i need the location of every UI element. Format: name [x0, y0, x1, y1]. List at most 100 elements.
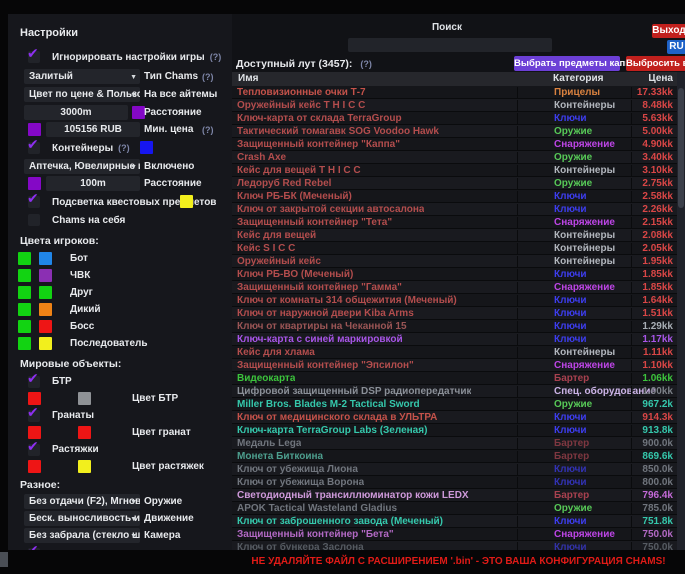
table-row[interactable]: Ледоруб Red Rebel Оружие 2.75kk — [232, 177, 677, 190]
checkbox-chams-self[interactable] — [28, 214, 40, 226]
table-row[interactable]: Ключ РБ-ВО (Меченый) Ключи 1.85kk — [232, 268, 677, 281]
checkbox-quest-highlight[interactable] — [28, 196, 40, 208]
loot-distance-input[interactable]: 100m — [46, 176, 140, 191]
select-row-weapon: Без отдачи (F2), Мгновенное п Оружие — [8, 494, 232, 509]
exit-button[interactable]: Выход — [652, 24, 685, 38]
table-row[interactable]: Защищенный контейнер "Каппа" Снаряжение … — [232, 138, 677, 151]
loot-filter-select[interactable]: Аптечка, Ювелирные и... — [24, 159, 140, 174]
table-row[interactable]: Цифровой защищенный DSP радиопередатчик … — [232, 385, 677, 398]
checkbox-row-chams-self[interactable]: Chams на себя — [8, 213, 232, 227]
item-price: 1.95kk — [631, 256, 675, 268]
table-row[interactable]: Ключ от закрытой секции автосалона Ключи… — [232, 203, 677, 216]
tripwire-color-swatch-2[interactable] — [78, 460, 91, 473]
hidden-color-swatch[interactable] — [39, 303, 52, 316]
checkbox-tripwires[interactable] — [28, 444, 40, 456]
checkbox-row-btr[interactable]: БТР — [8, 375, 232, 388]
table-row[interactable]: Ключ от бункера Заслона Ключи 750.0k — [232, 541, 677, 550]
column-header-name[interactable]: Имя — [238, 73, 258, 84]
table-row[interactable]: Crash Axe Оружие 3.40kk — [232, 151, 677, 164]
visible-color-swatch[interactable] — [18, 320, 31, 333]
drop-all-button[interactable]: Выбросить все — [626, 56, 685, 71]
scrollbar-thumb[interactable] — [678, 88, 684, 208]
hidden-color-swatch[interactable] — [39, 252, 52, 265]
table-row[interactable]: Ключ от заброшенного завода (Меченый) Кл… — [232, 515, 677, 528]
hidden-color-swatch[interactable] — [39, 320, 52, 333]
hidden-color-swatch[interactable] — [39, 337, 52, 350]
help-icon: (?) — [202, 125, 214, 135]
table-row[interactable]: Видеокарта Бартер 1.06kk — [232, 372, 677, 385]
language-button[interactable]: RU — [667, 40, 685, 54]
hidden-color-swatch[interactable] — [39, 269, 52, 282]
column-header-category[interactable]: Категория — [553, 73, 603, 84]
btr-color-swatch-2[interactable] — [78, 392, 91, 405]
table-row[interactable]: Ключ-карта TerraGroup Labs (Зеленая) Клю… — [232, 424, 677, 437]
checkbox-label: Chams на себя — [52, 215, 125, 226]
checkbox-row-quest-highlight[interactable]: Подсветка квестовых предметов — [8, 195, 232, 209]
visible-color-swatch[interactable] — [18, 252, 31, 265]
camera-select[interactable]: Без забрала (стекло шлема) — [24, 528, 140, 543]
table-row[interactable]: Оружейный кейс T H I C C Контейнеры 8.48… — [232, 99, 677, 112]
table-row[interactable]: Ключ от убежища Лиона Ключи 850.0k — [232, 463, 677, 476]
item-price: 2.75kk — [631, 178, 675, 190]
checkbox-ignore-game[interactable] — [28, 51, 40, 63]
checkbox-containers[interactable] — [28, 142, 40, 154]
table-row[interactable]: Кейс S I C C Контейнеры 2.05kk — [232, 242, 677, 255]
weapon-select[interactable]: Без отдачи (F2), Мгновенное п — [24, 494, 140, 509]
quest-color-swatch[interactable] — [180, 195, 193, 208]
min-price-input[interactable]: 105156 RUB — [46, 122, 140, 137]
tripwire-color-swatch-1[interactable] — [28, 460, 41, 473]
table-row[interactable]: Ключ от квартиры на Чеканной 15 Ключи 1.… — [232, 320, 677, 333]
table-row[interactable]: Ключ от убежища Ворона Ключи 800.0k — [232, 476, 677, 489]
table-row[interactable]: Ключ-карта от склада TerraGroup Ключи 5.… — [232, 112, 677, 125]
min-price-color-swatch[interactable] — [28, 123, 41, 136]
table-row[interactable]: Тактический томагавк SOG Voodoo Hawk Ору… — [232, 125, 677, 138]
table-row[interactable]: Защищенный контейнер "Эпсилон" Снаряжени… — [232, 359, 677, 372]
visible-color-swatch[interactable] — [18, 303, 31, 316]
containers-color-swatch[interactable] — [140, 141, 153, 154]
table-row[interactable]: Ключ РБ-БК (Меченый) Ключи 2.58kk — [232, 190, 677, 203]
table-scrollbar[interactable] — [677, 72, 685, 550]
table-row[interactable]: Ключ от комнаты 314 общежития (Меченый) … — [232, 294, 677, 307]
checkbox-row-tripwires[interactable]: Растяжки — [8, 443, 232, 456]
table-row[interactable]: Ключ от наружной двери Kiba Arms Ключи 1… — [232, 307, 677, 320]
loot-distance-color-swatch[interactable] — [28, 177, 41, 190]
item-category: Снаряжение — [517, 139, 631, 151]
checkbox-row-grenades[interactable]: Гранаты — [8, 409, 232, 422]
table-row[interactable]: APOK Tactical Wasteland Gladius Оружие 7… — [232, 502, 677, 515]
table-row[interactable]: Защищенный контейнер "Тета" Снаряжение 2… — [232, 216, 677, 229]
player-color-row: Последователь — [8, 337, 232, 350]
table-row[interactable]: Оружейный кейс Контейнеры 1.95kk — [232, 255, 677, 268]
checkbox-row-containers[interactable]: Контейнеры (?) — [8, 141, 232, 155]
table-row[interactable]: Тепловизионные очки Т-7 Прицелы 17.33kk — [232, 86, 677, 99]
visible-color-swatch[interactable] — [18, 269, 31, 282]
search-input[interactable] — [348, 38, 552, 52]
item-name: Ключ от заброшенного завода (Меченый) — [237, 516, 443, 527]
all-items-select[interactable]: Цвет по цене & Пользователь — [24, 87, 140, 102]
item-name: Ключ от убежища Ворона — [237, 477, 364, 488]
checkbox-row-ignore-game[interactable]: Игнорировать настройки игры (?) — [8, 50, 232, 64]
table-row[interactable]: Ключ от медицинского склада в УЛЬТРА Клю… — [232, 411, 677, 424]
select-kappa-items-button[interactable]: Выбрать предметы каппа — [514, 56, 620, 71]
checkbox-btr[interactable] — [28, 376, 40, 388]
column-header-price[interactable]: Цена — [631, 73, 673, 84]
chams-type-select[interactable]: Залитый — [24, 69, 140, 84]
grenade-color-swatch-2[interactable] — [78, 426, 91, 439]
table-row[interactable]: Светодиодный трансиллюминатор кожи LEDX … — [232, 489, 677, 502]
distance-input[interactable]: 3000m — [24, 105, 128, 120]
table-row[interactable]: Кейс для вещей Контейнеры 2.08kk — [232, 229, 677, 242]
chams-config-window: Настройки Игнорировать настройки игры (?… — [0, 0, 685, 574]
table-row[interactable]: Защищенный контейнер "Бета" Снаряжение 7… — [232, 528, 677, 541]
table-row[interactable]: Защищенный контейнер "Гамма" Снаряжение … — [232, 281, 677, 294]
table-row[interactable]: Кейс для вещей T H I C C Контейнеры 3.10… — [232, 164, 677, 177]
item-price: 785.0k — [631, 503, 675, 515]
checkbox-grenades[interactable] — [28, 410, 40, 422]
hidden-color-swatch[interactable] — [39, 286, 52, 299]
movement-select[interactable]: Беск. выносливость и нет уста — [24, 511, 140, 526]
table-row[interactable]: Ключ-карта с синей маркировкой Ключи 1.1… — [232, 333, 677, 346]
table-row[interactable]: Кейс для хлама Контейнеры 1.11kk — [232, 346, 677, 359]
table-row[interactable]: Медаль Lega Бартер 900.0k — [232, 437, 677, 450]
table-row[interactable]: Монета Биткоина Бартер 869.6k — [232, 450, 677, 463]
visible-color-swatch[interactable] — [18, 337, 31, 350]
visible-color-swatch[interactable] — [18, 286, 31, 299]
table-row[interactable]: Miller Bros. Blades M-2 Tactical Sword О… — [232, 398, 677, 411]
